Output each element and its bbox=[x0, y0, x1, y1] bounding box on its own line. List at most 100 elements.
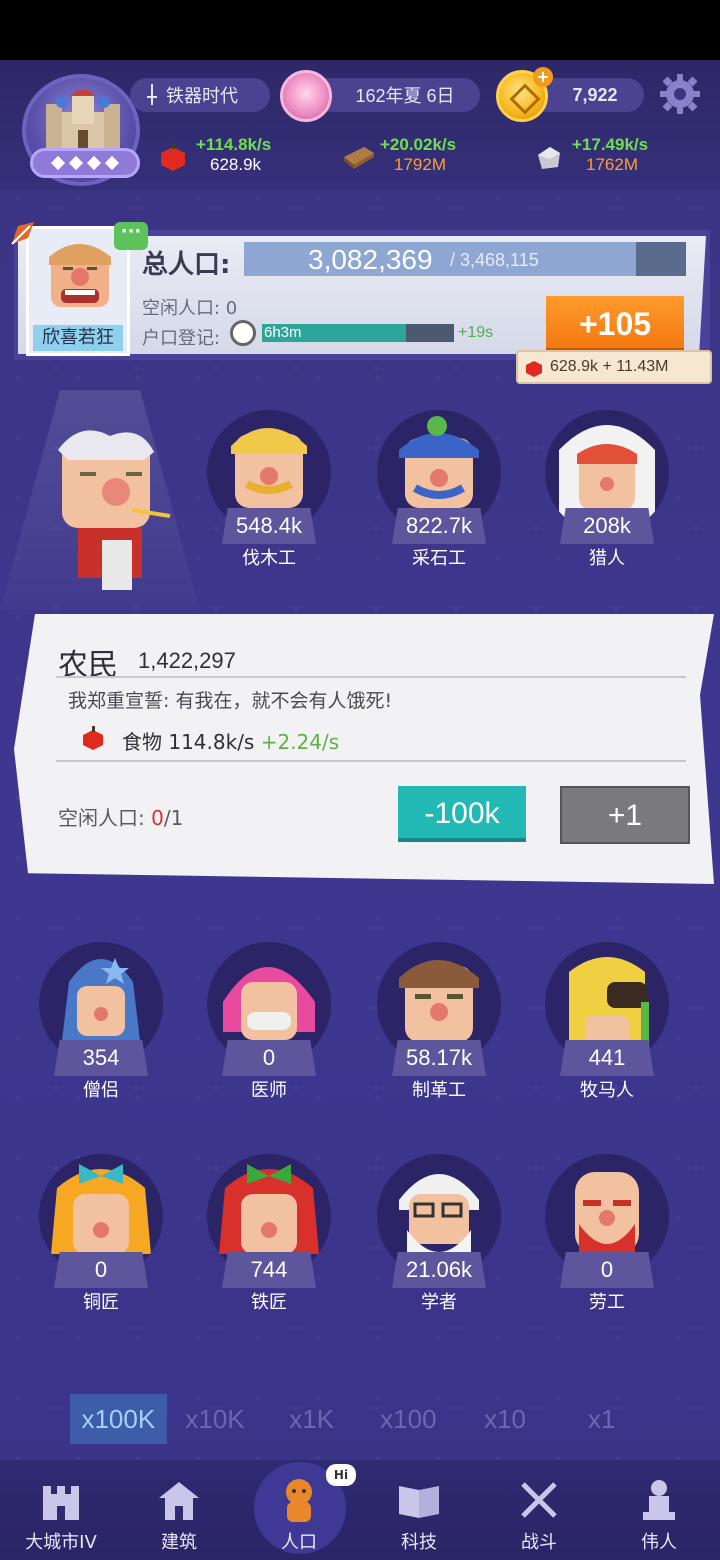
nav-city[interactable]: 大城市IV bbox=[6, 1476, 116, 1554]
tanner-count: 58.17k bbox=[392, 1040, 486, 1076]
population-cost: 628.9k + 11.43M bbox=[516, 350, 712, 384]
add-population-button[interactable]: +105 bbox=[546, 296, 684, 352]
lotus-icon bbox=[280, 70, 332, 122]
population-max: / 3,468,115 bbox=[450, 250, 539, 270]
stone-amount: 1762M bbox=[586, 155, 638, 174]
lumberjack-count: 548.4k bbox=[222, 508, 316, 544]
nav-tech-label: 科技 bbox=[401, 1532, 437, 1553]
city-level-ribbon bbox=[30, 148, 140, 178]
apple-icon bbox=[161, 143, 185, 171]
nav-greats[interactable]: 伟人 bbox=[604, 1476, 714, 1554]
house-icon bbox=[159, 1482, 199, 1520]
blacksmith-label: 铁匠 bbox=[251, 1292, 287, 1313]
registration-bonus: +19s bbox=[458, 324, 494, 341]
multiplier-x1k[interactable]: x1K bbox=[263, 1394, 360, 1444]
era-pill[interactable]: 铁器时代 bbox=[130, 78, 270, 112]
apple-icon bbox=[526, 361, 542, 377]
blacksmith-count: 744 bbox=[222, 1252, 316, 1288]
coin-icon[interactable]: + bbox=[496, 67, 553, 122]
divider bbox=[56, 676, 686, 678]
quarryman-label: 采石工 bbox=[412, 548, 466, 569]
scholar-count: 21.06k bbox=[392, 1252, 486, 1288]
date-label: 162年夏 6日 bbox=[355, 86, 455, 106]
detail-idle-label: 空闲人口: bbox=[58, 806, 152, 830]
laborer-count: 0 bbox=[560, 1252, 654, 1288]
era-label: 铁器时代 bbox=[166, 86, 238, 106]
detail-job-count: 1,422,297 bbox=[138, 648, 236, 673]
gear-icon[interactable] bbox=[660, 74, 700, 114]
detail-production-text: 食物 114.8k/s bbox=[122, 730, 255, 754]
population-label: 总人口: bbox=[142, 250, 231, 280]
detail-quote: 我郑重宣誓: 有我在，就不会有人饿死! bbox=[68, 690, 393, 712]
multiplier-x10[interactable]: x10 bbox=[457, 1394, 554, 1444]
stone-rate: +17.49k/s bbox=[572, 135, 649, 154]
multiplier-x10k[interactable]: x10K bbox=[167, 1394, 264, 1444]
clock-icon bbox=[230, 320, 256, 346]
crossed-swords-icon bbox=[521, 1482, 557, 1518]
doctor-count: 0 bbox=[222, 1040, 316, 1076]
advisor-mood-tag: 欣喜若狂 bbox=[33, 325, 123, 351]
farmer-character[interactable] bbox=[40, 420, 190, 600]
multiplier-x100[interactable]: x100 bbox=[360, 1394, 457, 1444]
population-cost-text: 628.9k + 11.43M bbox=[550, 358, 669, 375]
statue-icon bbox=[643, 1480, 675, 1520]
multiplier-x1[interactable]: x1 bbox=[553, 1394, 650, 1444]
add-worker-button[interactable]: +1 bbox=[560, 786, 690, 844]
horseman-count: 441 bbox=[560, 1040, 654, 1076]
hi-badge: Hi bbox=[326, 1464, 356, 1486]
detail-idle-max: /1 bbox=[163, 806, 184, 830]
leaf-icon bbox=[11, 222, 34, 245]
population-bar-fill bbox=[244, 242, 637, 276]
city-badge[interactable] bbox=[22, 74, 140, 186]
lumberjack-label: 伐木工 bbox=[242, 548, 296, 569]
apple-icon bbox=[83, 726, 103, 750]
status-bar bbox=[0, 0, 720, 60]
castle-icon bbox=[46, 90, 120, 148]
advisor-face-icon bbox=[49, 244, 111, 307]
nav-people[interactable]: 人口 bbox=[244, 1476, 354, 1554]
detail-production-bonus: +2.24/s bbox=[260, 730, 340, 754]
hunter-label: 猎人 bbox=[589, 548, 625, 569]
population-bar: 3,082,369 / 3,468,115 bbox=[244, 242, 686, 276]
registration-progress-bar: 6h3m bbox=[262, 324, 454, 342]
wood-amount: 1792M bbox=[394, 155, 446, 174]
detail-production: 食物 114.8k/s +2.24/s bbox=[122, 726, 339, 755]
add-coin-icon[interactable]: + bbox=[533, 67, 553, 87]
food-rate: +114.8k/s bbox=[196, 135, 272, 154]
nav-greats-label: 伟人 bbox=[641, 1532, 677, 1553]
registration-label: 户口登记: bbox=[142, 328, 221, 349]
horseman-label: 牧马人 bbox=[580, 1080, 634, 1101]
coppersmith-label: 铜匠 bbox=[83, 1292, 119, 1313]
nav-city-label: 大城市IV bbox=[25, 1532, 97, 1553]
coppersmith-count: 0 bbox=[54, 1252, 148, 1288]
quarryman-count: 822.7k bbox=[392, 508, 486, 544]
nav-tech[interactable]: 科技 bbox=[364, 1476, 474, 1554]
book-icon bbox=[399, 1486, 439, 1518]
laborer-label: 劳工 bbox=[589, 1292, 625, 1313]
nav-build-label: 建筑 bbox=[161, 1532, 197, 1553]
doctor-label: 医师 bbox=[251, 1080, 287, 1101]
population-total: 3,082,369 bbox=[308, 244, 433, 275]
idle-population-label: 空闲人口: 0 bbox=[142, 298, 238, 319]
castle-icon bbox=[43, 1486, 79, 1520]
tanner-label: 制革工 bbox=[412, 1080, 466, 1101]
detail-idle: 空闲人口: 0/1 bbox=[58, 802, 183, 831]
food-amount: 628.9k bbox=[210, 155, 262, 174]
monk-count: 354 bbox=[54, 1040, 148, 1076]
nav-battle[interactable]: 战斗 bbox=[484, 1476, 594, 1554]
wood-icon bbox=[344, 147, 374, 169]
multiplier-selector: x100K x10K x1K x100 x10 x1 bbox=[70, 1394, 650, 1444]
remove-workers-button[interactable]: -100k bbox=[398, 786, 526, 842]
scholar-label: 学者 bbox=[421, 1292, 457, 1313]
sword-icon bbox=[147, 84, 157, 105]
registration-time: 6h3m bbox=[264, 324, 302, 341]
nav-people-label: 人口 bbox=[281, 1532, 317, 1553]
hunter-count: 208k bbox=[560, 508, 654, 544]
person-icon bbox=[286, 1479, 312, 1522]
nav-build[interactable]: 建筑 bbox=[124, 1476, 234, 1554]
detail-idle-value: 0 bbox=[151, 806, 164, 830]
multiplier-x100k[interactable]: x100K bbox=[70, 1394, 167, 1444]
stone-icon bbox=[538, 147, 560, 169]
divider bbox=[56, 760, 686, 762]
coin-amount: 7,922 bbox=[572, 84, 618, 105]
